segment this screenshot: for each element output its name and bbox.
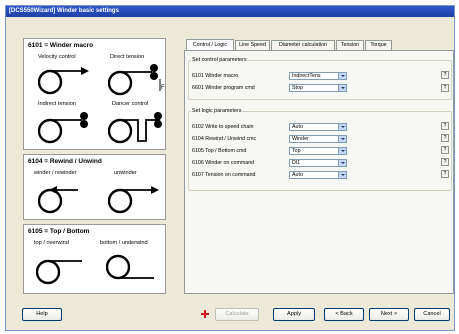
rewind-unwind-title: 6104 = Rewind / Unwind [28, 158, 102, 165]
chevron-down-icon[interactable] [338, 148, 346, 154]
top-bottom-cmd-select[interactable]: Top [289, 147, 347, 155]
help-button[interactable]: Help [22, 308, 62, 321]
calculate-button[interactable]: Calculate [215, 308, 259, 321]
help-icon[interactable]: ? [441, 84, 449, 92]
top-overwind-label: top / overwind [34, 240, 69, 246]
dancer-control-diagram [108, 112, 162, 144]
chevron-down-icon[interactable] [338, 124, 346, 130]
tab-tension[interactable]: Tension [336, 40, 364, 50]
back-button[interactable]: < Back [324, 308, 364, 321]
winder-rewinder-label: winder / rewinder [34, 170, 77, 176]
top-overwind-diagram [36, 259, 82, 285]
chevron-down-icon[interactable] [338, 172, 346, 178]
illustration-column: 6101 = Winder macro Velocity control Dir… [23, 38, 166, 294]
help-icon[interactable]: ? [441, 134, 449, 142]
next-button[interactable]: Next > [369, 308, 409, 321]
winder-macro-label: 6101 Winder macro [192, 73, 239, 79]
winder-program-cmd-select[interactable]: Stop [289, 84, 347, 92]
velocity-control-label: Velocity control [38, 54, 76, 60]
rewind-unwind-panel: 6104 = Rewind / Unwind winder / rewinder… [23, 154, 166, 220]
winder-macro-panel: 6101 = Winder macro Velocity control Dir… [23, 38, 166, 150]
winder-macro-title: 6101 = Winder macro [28, 42, 94, 49]
rewind-unwind-cmd-select[interactable]: Winder [289, 135, 347, 143]
direct-tension-label: Direct tension [110, 54, 145, 60]
help-icon[interactable]: ? [441, 146, 449, 154]
write-speed-chain-label: 6102 Write to speed chain [192, 124, 254, 130]
control-parameters-group [188, 60, 452, 100]
chevron-down-icon[interactable] [338, 136, 346, 142]
indirect-tension-label: Indirect tension [38, 101, 76, 107]
tab-control-logic[interactable]: Control / Logic [186, 39, 234, 50]
top-bottom-panel: 6105 = Top / Bottom top / overwind botto… [23, 224, 166, 294]
top-bottom-title: 6105 = Top / Bottom [28, 228, 90, 235]
window-title: [DCS550Wizard] Winder basic settings [6, 6, 454, 17]
help-icon[interactable]: ? [441, 170, 449, 178]
control-parameters-title: Set control parameters [191, 57, 248, 63]
bottom-underwind-label: bottom / underwind [100, 240, 148, 246]
tab-diameter-calculation[interactable]: Diameter calculation [271, 40, 335, 50]
tension-on-command-select[interactable]: Auto [289, 171, 347, 179]
top-bottom-cmd-label: 6105 Top / Bottom cmd [192, 148, 247, 154]
direct-tension-diagram: F [108, 64, 165, 96]
winder-macro-select[interactable]: IndirectTens [289, 72, 347, 80]
tab-line-speed[interactable]: Line Speed [235, 40, 270, 50]
apply-button[interactable]: Apply [273, 308, 315, 321]
rewinder-diagram [38, 186, 78, 214]
chevron-down-icon[interactable] [338, 160, 346, 166]
write-speed-chain-select[interactable]: Auto [289, 123, 347, 131]
unwinder-diagram [108, 186, 159, 214]
indirect-tension-diagram [38, 112, 88, 144]
rewind-unwind-cmd-label: 6104 Rewind / Unwind cmc [192, 136, 257, 142]
bottom-underwind-diagram [106, 254, 154, 280]
winder-program-cmd-label: 6601 Winder program cmd [192, 85, 255, 91]
svg-text:F: F [161, 85, 165, 91]
chevron-down-icon[interactable] [338, 85, 346, 91]
tension-on-command-label: 6107 Tension on command [192, 172, 256, 178]
help-icon[interactable]: ? [441, 122, 449, 130]
chevron-down-icon[interactable] [338, 73, 346, 79]
help-icon[interactable]: ? [441, 158, 449, 166]
velocity-control-diagram [38, 67, 89, 95]
winder-on-command-select[interactable]: DI1 [289, 159, 347, 167]
winder-on-command-label: 6106 Winder on command [192, 160, 255, 166]
calculate-warning-icon [201, 310, 209, 318]
cancel-button[interactable]: Cancel [414, 308, 450, 321]
dancer-control-label: Dancer control [112, 101, 149, 107]
unwinder-label: unwinder [114, 170, 137, 176]
tab-torque[interactable]: Torque [365, 40, 392, 50]
help-icon[interactable]: ? [441, 71, 449, 79]
logic-parameters-title: Set logic parameters [191, 108, 243, 114]
tab-panel: Set control parameters 6101 Winder macro… [184, 50, 454, 294]
